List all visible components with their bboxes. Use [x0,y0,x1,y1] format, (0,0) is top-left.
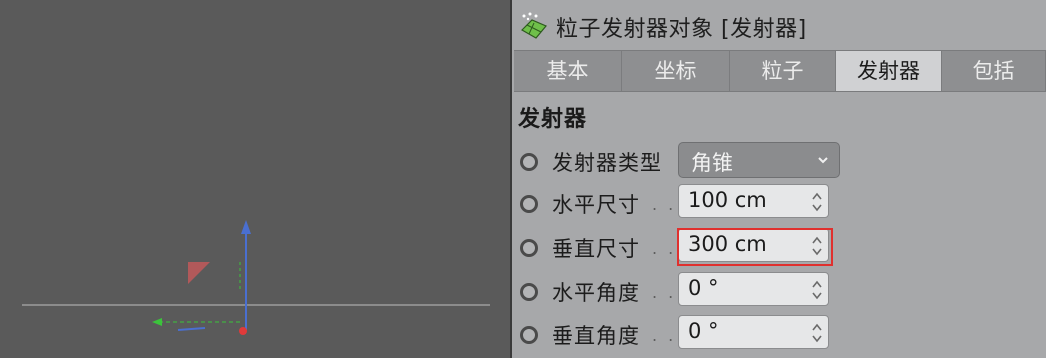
emitter-gizmo [188,262,210,284]
section-title: 发射器 [518,107,588,132]
tab-coordinates[interactable]: 坐标 [622,51,730,91]
tab-emitter[interactable]: 发射器 [836,51,942,91]
chevron-down-icon [818,157,828,164]
animate-toggle[interactable] [520,283,538,301]
y-axis-arrow [241,220,251,234]
field-value: 0 ° [688,276,719,300]
property-label: 垂直角度 [552,324,640,348]
property-row-horizontal-angle: 水平角度 . . 0 ° [512,271,1046,311]
tab-include[interactable]: 包括 [942,51,1046,91]
animate-toggle[interactable] [520,153,538,171]
property-label: 发射器类型 [552,151,662,175]
emitter-type-value: 角锥 [691,151,733,175]
origin-point [239,327,247,335]
label-ellipsis: . . [652,283,677,302]
tab-basic[interactable]: 基本 [514,51,622,91]
label-ellipsis: . . [652,239,677,258]
object-title: 粒子发射器对象 [发射器] [556,17,807,42]
label-ellipsis: . . [652,326,677,345]
property-row-vertical-angle: 垂直角度 . . 0 ° [512,314,1046,354]
vertical-angle-input[interactable]: 0 ° [678,315,829,349]
spinner-arrows-icon[interactable] [811,279,823,301]
particle-emitter-icon [521,12,547,39]
property-row-horizontal-size: 水平尺寸 . . 100 cm [512,183,1046,223]
spinner-arrows-icon[interactable] [811,191,823,213]
label-ellipsis: . . [652,195,677,214]
x-axis-line [177,327,206,331]
property-label: 水平角度 [552,281,640,305]
spinner-arrows-icon[interactable] [811,322,823,344]
horizontal-angle-input[interactable]: 0 ° [678,272,829,306]
property-label: 垂直尺寸 [552,237,640,261]
animate-toggle[interactable] [520,239,538,257]
property-label: 水平尺寸 [552,193,640,217]
animate-toggle[interactable] [520,326,538,344]
highlight-box [677,228,833,266]
z-axis-arrow [152,318,162,326]
attribute-panel: 粒子发射器对象 [发射器] 基本 坐标 粒子 发射器 包括 发射器 发射器类型 … [512,0,1046,358]
object-title-bar: 粒子发射器对象 [发射器] [512,0,1046,48]
viewport-scene [22,220,490,335]
tab-bar: 基本 坐标 粒子 发射器 包括 [514,50,1046,92]
emitter-type-select[interactable]: 角锥 [678,142,840,178]
field-value: 0 ° [688,319,719,343]
tab-particle[interactable]: 粒子 [730,51,836,91]
viewport-3d[interactable] [0,0,510,358]
field-value: 100 cm [688,188,767,212]
horizontal-size-input[interactable]: 100 cm [678,184,829,218]
animate-toggle[interactable] [520,195,538,213]
property-row-emitter-type: 发射器类型 角锥 [512,141,1046,181]
